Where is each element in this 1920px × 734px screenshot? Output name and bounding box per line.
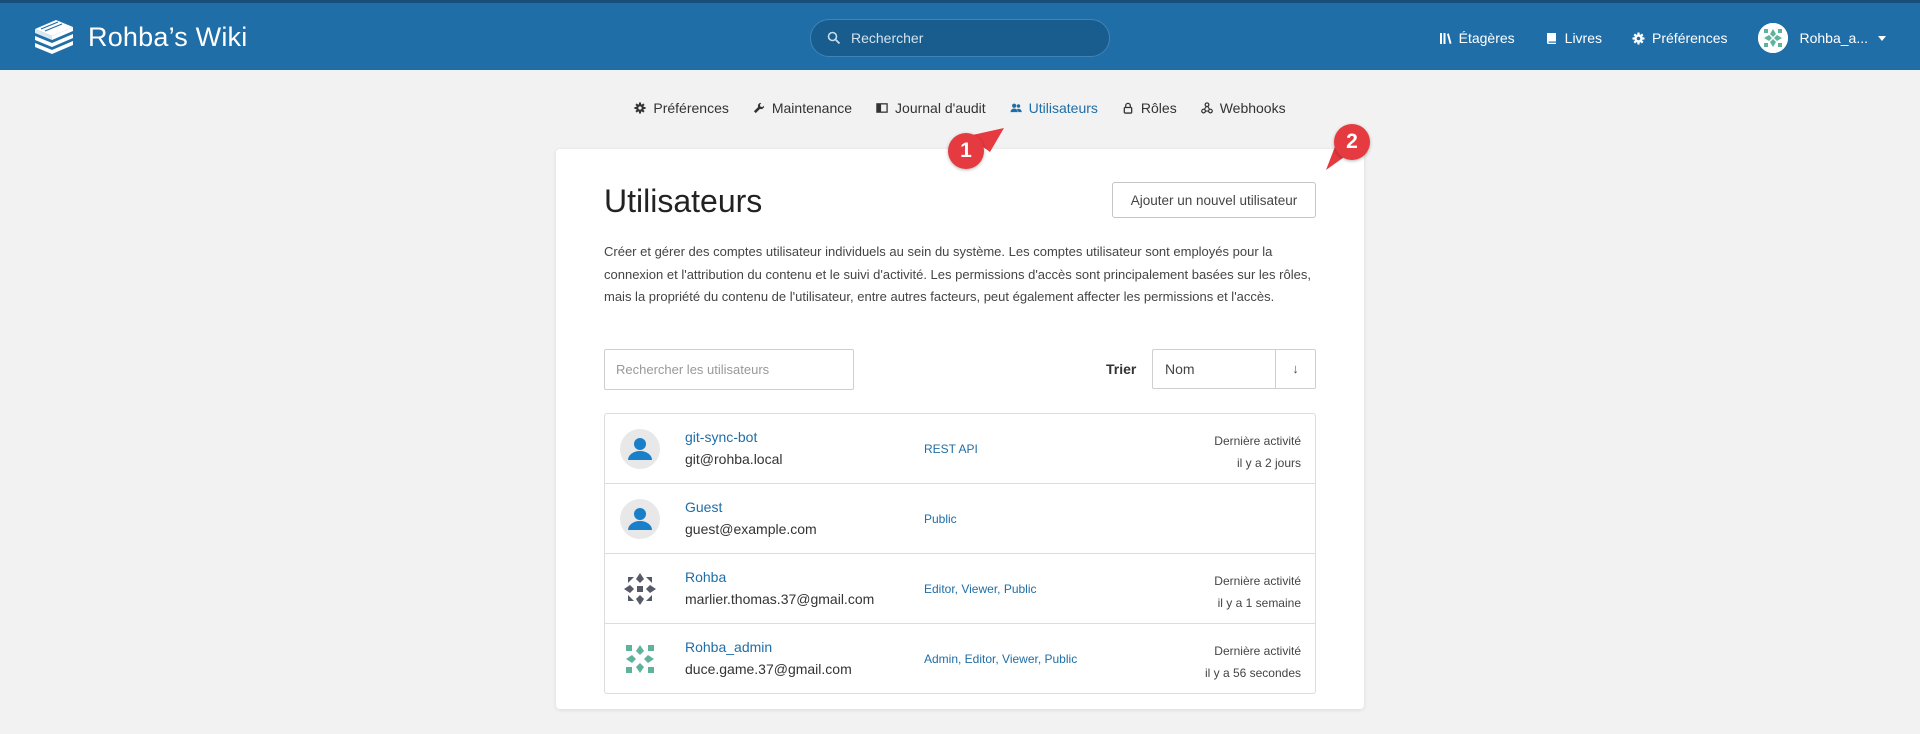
tab-users-label: Utilisateurs: [1028, 100, 1098, 116]
audit-log-icon: [876, 103, 888, 113]
users-card: Utilisateurs Ajouter un nouvel utilisate…: [556, 149, 1364, 709]
user-email: marlier.thomas.37@gmail.com: [685, 591, 875, 607]
user-roles[interactable]: Admin, Editor, Viewer, Public: [924, 652, 1077, 666]
tab-maintenance-label: Maintenance: [771, 100, 853, 116]
tab-roles[interactable]: Rôles: [1122, 100, 1177, 116]
page-title: Utilisateurs: [604, 183, 763, 219]
shelves-icon: [1439, 32, 1452, 44]
user-menu[interactable]: Rohba_a...: [1757, 23, 1886, 53]
header-links: Étagères Livres Préférences Rohba_a...: [1409, 3, 1886, 73]
book-icon: [1546, 32, 1556, 44]
last-activity-label: Dernière activité: [1214, 644, 1301, 658]
user-list: git-sync-bot git@rohba.local REST API De…: [604, 413, 1316, 694]
last-activity-time: il y a 2 jours: [1236, 456, 1301, 470]
shelves-link[interactable]: Étagères: [1439, 30, 1515, 46]
users-icon: [1010, 103, 1022, 113]
wrench-icon: [753, 102, 764, 114]
avatar: [620, 429, 660, 469]
app-name: Rohba’s Wiki: [88, 21, 248, 52]
user-name-link[interactable]: git-sync-bot: [685, 429, 757, 445]
user-last-activity: Dernière activité il y a 1 semaine: [1214, 570, 1301, 614]
avatar: [1757, 23, 1788, 53]
lock-icon: [1123, 102, 1133, 114]
page-description: Créer et gérer des comptes utilisateur i…: [604, 244, 1311, 304]
search-icon: [827, 31, 841, 45]
books-logo-icon: [35, 20, 73, 54]
user-roles[interactable]: REST API: [924, 442, 978, 456]
annotation-marker-1: 1: [948, 133, 984, 169]
settings-link-label: Préférences: [1652, 30, 1728, 46]
gear-icon: [1632, 32, 1645, 44]
settings-link[interactable]: Préférences: [1632, 30, 1728, 46]
user-email: duce.game.37@gmail.com: [685, 661, 852, 677]
tab-webhooks[interactable]: Webhooks: [1200, 100, 1286, 116]
add-user-button[interactable]: Ajouter un nouvel utilisateur: [1112, 182, 1316, 218]
annotation-marker-2: 2: [1334, 124, 1370, 160]
sort-label: Trier: [1106, 361, 1137, 377]
user-name-link[interactable]: Rohba_admin: [685, 639, 772, 655]
user-email: guest@example.com: [685, 521, 817, 537]
tab-maintenance[interactable]: Maintenance: [753, 100, 852, 116]
user-row[interactable]: git-sync-bot git@rohba.local REST API De…: [605, 414, 1315, 484]
top-header-bar: Rohba’s Wiki Étagères Livres: [0, 0, 1920, 70]
sort-control: Nom ↓: [1152, 349, 1316, 389]
webhook-icon: [1200, 102, 1213, 114]
last-activity-label: Dernière activité: [1214, 434, 1301, 448]
user-search-input[interactable]: [604, 349, 854, 390]
user-email: git@rohba.local: [685, 451, 783, 467]
user-roles[interactable]: Public: [924, 512, 957, 526]
caret-down-icon: [1878, 35, 1886, 41]
user-name-link[interactable]: Guest: [685, 499, 722, 515]
user-last-activity: Dernière activité il y a 2 jours: [1214, 430, 1301, 474]
user-row[interactable]: Rohba marlier.thomas.37@gmail.com Editor…: [605, 554, 1315, 624]
tab-webhooks-label: Webhooks: [1219, 100, 1286, 116]
user-last-activity: Dernière activité il y a 56 secondes: [1205, 640, 1301, 684]
tab-preferences-label: Préférences: [653, 100, 729, 116]
settings-nav: Préférences Maintenance Journal d'audit …: [0, 100, 1920, 116]
books-link-label: Livres: [1564, 30, 1603, 46]
brand-link[interactable]: Rohba’s Wiki: [32, 17, 247, 57]
tab-audit-log[interactable]: Journal d'audit: [876, 100, 986, 116]
global-search-input[interactable]: [851, 30, 1091, 46]
last-activity-time: il y a 1 semaine: [1217, 596, 1301, 610]
tab-users[interactable]: Utilisateurs: [1010, 100, 1098, 116]
tab-preferences[interactable]: Préférences: [634, 100, 729, 116]
tab-audit-log-label: Journal d'audit: [895, 100, 986, 116]
shelves-link-label: Étagères: [1458, 30, 1515, 46]
gear-icon: [634, 102, 646, 114]
avatar: [620, 639, 660, 679]
user-roles[interactable]: Editor, Viewer, Public: [924, 582, 1037, 596]
user-name: Rohba_a...: [1799, 30, 1869, 46]
user-row[interactable]: Guest guest@example.com Public: [605, 484, 1315, 554]
avatar: [620, 569, 660, 609]
avatar: [620, 499, 660, 539]
last-activity-label: Dernière activité: [1214, 574, 1301, 588]
global-search-box[interactable]: [810, 19, 1110, 57]
last-activity-time: il y a 56 secondes: [1204, 666, 1301, 680]
books-link[interactable]: Livres: [1545, 30, 1602, 46]
user-row[interactable]: Rohba_admin duce.game.37@gmail.com Admin…: [605, 624, 1315, 693]
sort-direction-button[interactable]: ↓: [1276, 350, 1315, 388]
tab-roles-label: Rôles: [1140, 100, 1177, 116]
user-name-link[interactable]: Rohba: [685, 569, 726, 585]
sort-field-select[interactable]: Nom: [1153, 350, 1276, 388]
